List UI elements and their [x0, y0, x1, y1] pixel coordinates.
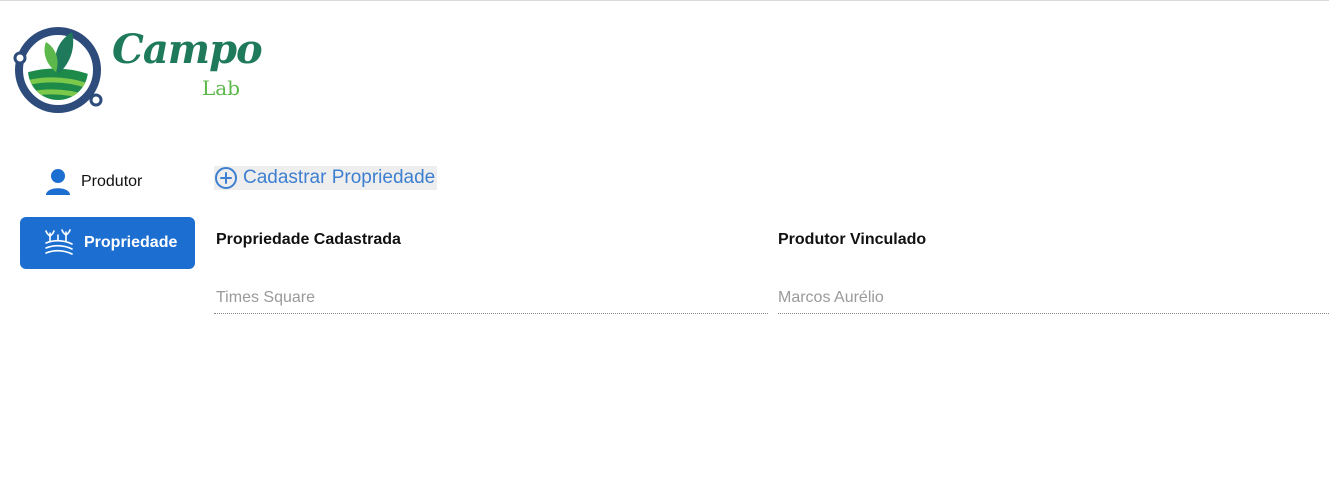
table-cell-propriedade[interactable]: Times Square	[214, 286, 768, 314]
column-header-produtor: Produtor Vinculado	[778, 231, 927, 248]
brand-sub: Lab	[202, 76, 241, 100]
add-property-button[interactable]: Cadastrar Propriedade	[214, 166, 438, 190]
campo-lab-logo: Campo Lab	[12, 14, 263, 120]
plus-circle-icon	[215, 167, 237, 189]
sidebar-item-label: Produtor	[81, 173, 143, 190]
brand-name: Campo	[112, 26, 263, 73]
farm-field-icon	[45, 229, 73, 255]
sidebar-item-propriedade[interactable]: Propriedade	[20, 217, 195, 269]
sidebar-item-produtor[interactable]: Produtor	[20, 156, 195, 208]
top-border	[0, 0, 1329, 1]
column-header-propriedade: Propriedade Cadastrada	[216, 231, 401, 248]
user-icon	[46, 169, 70, 195]
add-property-label: Cadastrar Propriedade	[243, 167, 436, 188]
table-cell-produtor[interactable]: Marcos Aurélio	[778, 286, 1329, 314]
sidebar-item-label: Propriedade	[84, 234, 178, 251]
campo-lab-emblem-icon	[13, 27, 103, 113]
